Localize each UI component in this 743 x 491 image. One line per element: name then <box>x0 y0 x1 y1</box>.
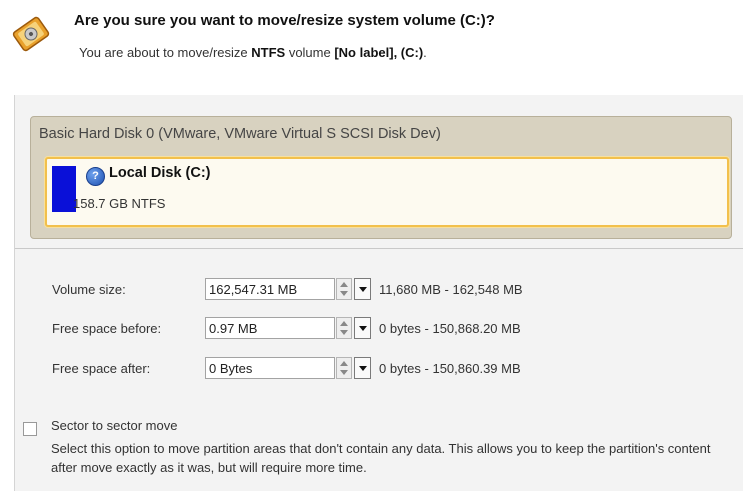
free-space-after-spinner[interactable] <box>336 357 352 379</box>
partition-size: 158.7 GB NTFS <box>73 196 166 211</box>
free-space-after-range: 0 bytes - 150,860.39 MB <box>379 361 521 376</box>
volume-size-spinner[interactable] <box>336 278 352 300</box>
disk-tool-logo-icon <box>12 16 50 52</box>
divider <box>15 248 743 249</box>
sector-move-checkbox[interactable] <box>23 422 37 436</box>
volume-size-unit-dropdown[interactable] <box>354 278 371 300</box>
volume-size-range: 11,680 MB - 162,548 MB <box>379 282 523 297</box>
volume-size-value: 162,547.31 MB <box>209 282 298 297</box>
free-space-before-value: 0.97 MB <box>209 321 258 336</box>
free-space-before-input[interactable]: 0.97 MB <box>205 317 335 339</box>
dialog-content: Basic Hard Disk 0 (VMware, VMware Virtua… <box>14 95 743 491</box>
help-icon[interactable]: ? <box>86 167 105 186</box>
free-space-before-row: Free space before: 0.97 MB 0 bytes - 150… <box>15 317 743 341</box>
subtitle-mid: volume <box>285 45 335 60</box>
volume-size-label: Volume size: <box>52 282 126 297</box>
free-space-after-label: Free space after: <box>52 361 151 376</box>
free-space-after-unit-dropdown[interactable] <box>354 357 371 379</box>
subtitle-volume-label: [No label], (C:) <box>334 45 424 60</box>
partition-item[interactable]: ? Local Disk (C:) 158.7 GB NTFS <box>45 157 729 227</box>
subtitle-filesystem: NTFS <box>251 45 286 60</box>
volume-size-row: Volume size: 162,547.31 MB 11,680 MB - 1… <box>15 278 743 302</box>
free-space-before-range: 0 bytes - 150,868.20 MB <box>379 321 521 336</box>
free-space-after-row: Free space after: 0 Bytes 0 bytes - 150,… <box>15 357 743 381</box>
subtitle-prefix: You are about to move/resize <box>79 45 252 60</box>
free-space-before-label: Free space before: <box>52 321 162 336</box>
free-space-after-input[interactable]: 0 Bytes <box>205 357 335 379</box>
dialog-subtitle: You are about to move/resize NTFS volume… <box>79 45 427 60</box>
partition-name: Local Disk (C:) <box>109 165 211 181</box>
disk-map-panel: Basic Hard Disk 0 (VMware, VMware Virtua… <box>30 116 732 239</box>
free-space-after-value: 0 Bytes <box>209 361 253 376</box>
free-space-before-unit-dropdown[interactable] <box>354 317 371 339</box>
sector-move-description: Select this option to move partition are… <box>51 441 711 475</box>
dialog-header: Are you sure you want to move/resize sys… <box>0 0 743 95</box>
disk-header: Basic Hard Disk 0 (VMware, VMware Virtua… <box>39 126 441 142</box>
sector-move-label[interactable]: Sector to sector move <box>51 418 177 433</box>
subtitle-end: . <box>423 45 427 60</box>
free-space-before-spinner[interactable] <box>336 317 352 339</box>
dialog-title: Are you sure you want to move/resize sys… <box>74 12 495 29</box>
volume-size-input[interactable]: 162,547.31 MB <box>205 278 335 300</box>
